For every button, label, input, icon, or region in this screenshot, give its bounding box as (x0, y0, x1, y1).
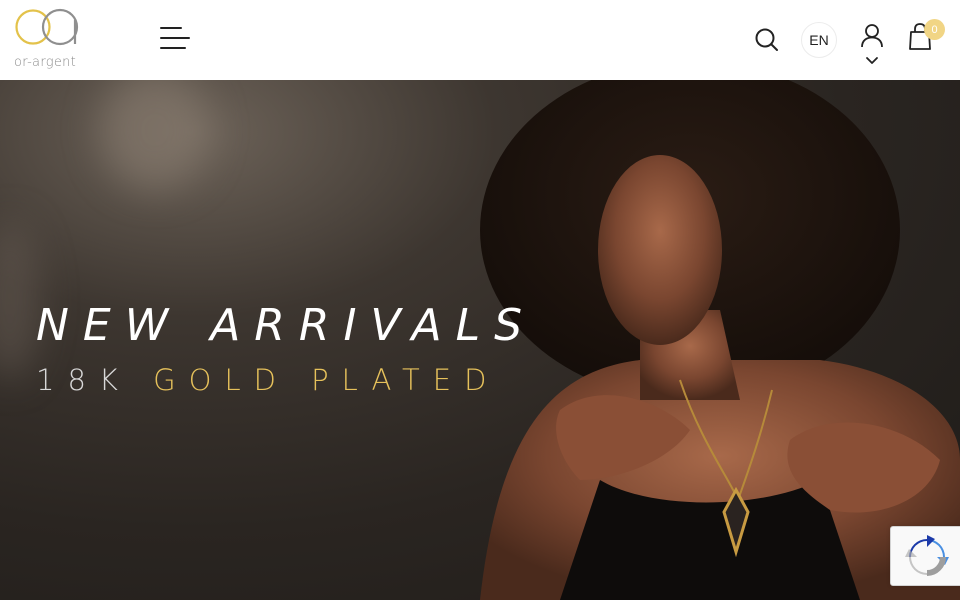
menu-bar-middle (160, 37, 190, 39)
hero-subtitle: 18K GOLD PLATED (36, 363, 499, 397)
recaptcha-badge[interactable] (890, 526, 960, 586)
account-button[interactable] (859, 23, 885, 69)
user-icon (861, 24, 883, 48)
search-button[interactable] (754, 27, 780, 53)
hero-title: NEW ARRIVALS (36, 300, 537, 351)
hero-subtitle-gold: GOLD PLATED (153, 363, 500, 397)
menu-button[interactable] (160, 25, 190, 51)
brand-logo[interactable]: or-argent (14, 6, 84, 72)
hero-subtitle-karat: 18K (36, 363, 131, 397)
cart-count-badge: 0 (924, 19, 945, 40)
logo-rings-icon (15, 8, 79, 46)
model-face (598, 155, 722, 345)
site-header: or-argent EN 0 (0, 0, 960, 80)
search-icon (755, 28, 778, 51)
menu-bar-top (160, 27, 182, 29)
language-switcher[interactable]: EN (801, 22, 837, 58)
hero-banner[interactable]: NEW ARRIVALS 18K GOLD PLATED (0, 80, 960, 600)
menu-bar-bottom (160, 47, 186, 49)
recaptcha-icon (905, 535, 949, 576)
chevron-down-icon (866, 57, 878, 64)
logo-wordmark: or-argent (14, 55, 77, 70)
